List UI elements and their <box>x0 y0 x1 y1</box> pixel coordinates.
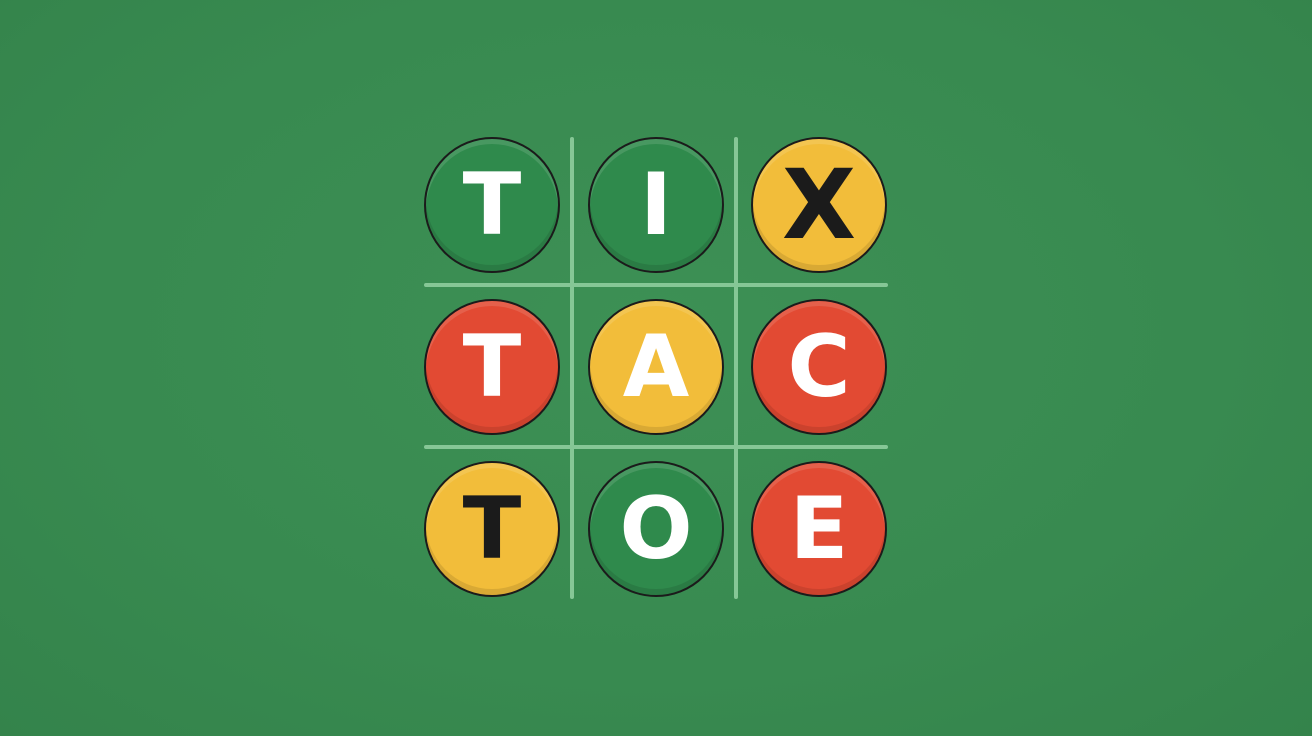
cell-letter: T <box>462 317 522 417</box>
board-cell-5[interactable]: A <box>588 299 724 435</box>
board-cell-9[interactable]: E <box>751 461 887 597</box>
grid-line-vertical-2 <box>734 137 738 599</box>
board-cell-4[interactable]: T <box>424 299 560 435</box>
board-cell-2[interactable]: I <box>588 137 724 273</box>
game-screen: T I X T A C T O E <box>0 0 1312 736</box>
board-cell-3[interactable]: X <box>751 137 887 273</box>
cell-letter: E <box>789 479 849 579</box>
board-cell-8[interactable]: O <box>588 461 724 597</box>
cell-letter: T <box>462 479 522 579</box>
board-cell-6[interactable]: C <box>751 299 887 435</box>
board-cell-1[interactable]: T <box>424 137 560 273</box>
tic-tac-toe-board: T I X T A C T O E <box>424 137 888 599</box>
x-mark: X <box>781 149 856 261</box>
cell-letter: I <box>640 155 672 255</box>
board-cell-7[interactable]: T <box>424 461 560 597</box>
cell-letter: A <box>622 317 690 417</box>
cell-letter: T <box>462 155 522 255</box>
grid-line-horizontal-2 <box>424 445 888 449</box>
cell-letter: O <box>619 479 693 579</box>
cell-letter: C <box>787 317 851 417</box>
grid-line-horizontal-1 <box>424 283 888 287</box>
grid-line-vertical-1 <box>570 137 574 599</box>
